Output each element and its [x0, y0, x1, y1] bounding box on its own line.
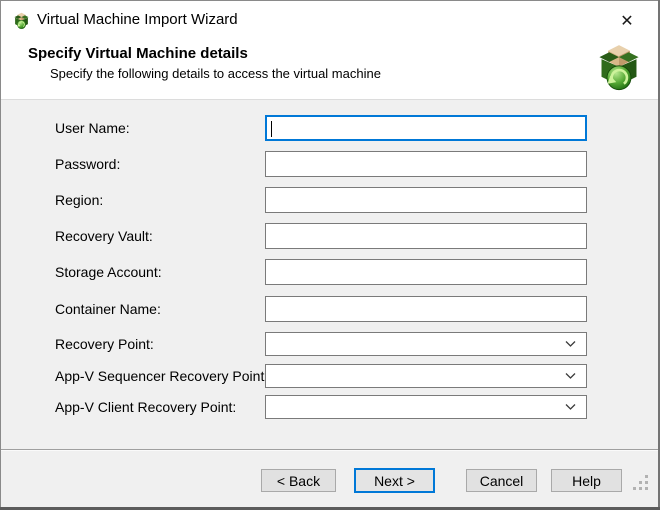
field-label-recovery-point: Recovery Point: — [55, 332, 261, 356]
page-subtitle: Specify the following details to access … — [50, 66, 381, 81]
recovery-point-combobox[interactable] — [265, 332, 587, 356]
field-label-appv-client-recovery-point: App-V Client Recovery Point: — [55, 395, 261, 419]
text-caret — [271, 121, 272, 137]
close-icon[interactable]: ✕ — [612, 8, 642, 34]
chevron-down-icon — [565, 341, 576, 347]
field-label-appv-sequencer-recovery-point: App-V Sequencer Recovery Point: — [55, 364, 261, 388]
window-title: Virtual Machine Import Wizard — [37, 0, 238, 40]
vm-import-cube-icon — [597, 43, 641, 93]
resize-grip[interactable] — [633, 475, 636, 478]
appv-sequencer-recovery-point-combobox[interactable] — [265, 364, 587, 388]
chevron-down-icon — [565, 404, 576, 410]
window-border-top — [0, 0, 660, 1]
appv-client-recovery-point-combobox[interactable] — [265, 395, 587, 419]
chevron-down-icon — [565, 373, 576, 379]
field-label-user-name: User Name: — [55, 115, 261, 141]
title-bar[interactable]: Virtual Machine Import Wizard ✕ — [0, 0, 660, 40]
region-input[interactable] — [265, 187, 587, 213]
next-button[interactable]: Next > — [354, 468, 435, 493]
container-name-input[interactable] — [265, 296, 587, 322]
window-border-left — [0, 0, 1, 510]
field-label-container-name: Container Name: — [55, 296, 261, 322]
field-label-password: Password: — [55, 151, 261, 177]
recovery-vault-input[interactable] — [265, 223, 587, 249]
password-input[interactable] — [265, 151, 587, 177]
user-name-input[interactable] — [265, 115, 587, 141]
vm-import-wizard-dialog: Virtual Machine Import Wizard ✕ Specify … — [0, 0, 660, 510]
vm-import-cube-icon — [13, 12, 30, 30]
footer-separator — [1, 449, 658, 451]
page-title: Specify Virtual Machine details — [28, 45, 248, 62]
back-button[interactable]: < Back — [261, 469, 336, 492]
help-button[interactable]: Help — [551, 469, 622, 492]
field-label-storage-account: Storage Account: — [55, 259, 261, 285]
field-label-recovery-vault: Recovery Vault: — [55, 223, 261, 249]
field-label-region: Region: — [55, 187, 261, 213]
storage-account-input[interactable] — [265, 259, 587, 285]
cancel-button[interactable]: Cancel — [466, 469, 537, 492]
